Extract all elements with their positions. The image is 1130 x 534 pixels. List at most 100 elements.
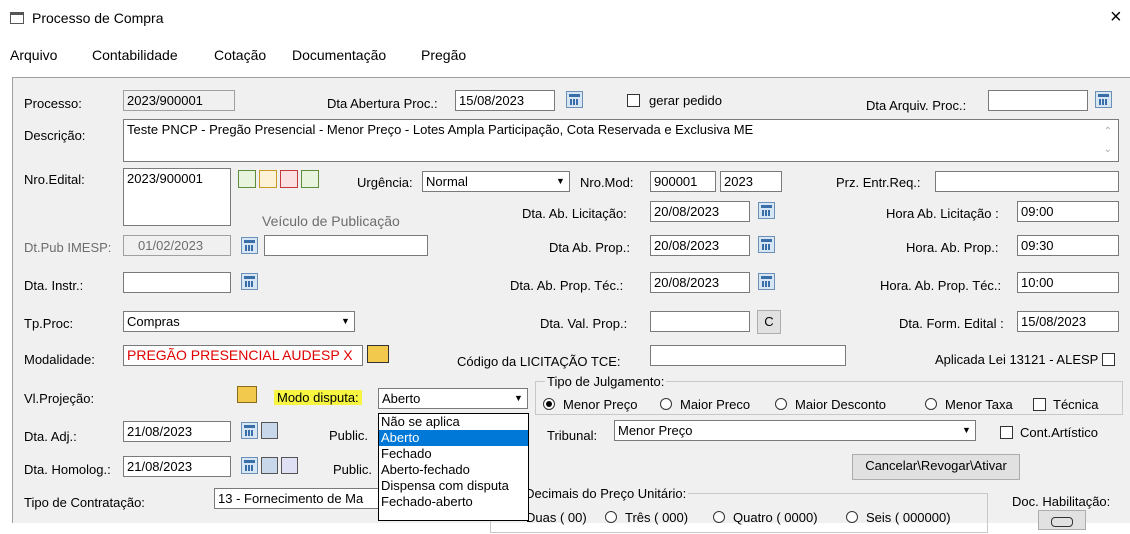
radio-tres[interactable] — [605, 511, 617, 523]
calendar-icon[interactable] — [758, 202, 775, 219]
calendar-icon[interactable] — [241, 273, 258, 290]
codigo-tce-field[interactable] — [650, 345, 846, 366]
tipo-contratacao-select[interactable]: 13 - Fornecimento de Ma — [214, 488, 384, 509]
menu-bar: Arquivo Contabilidade Cotação Documentaç… — [0, 44, 1130, 68]
dropdown-option[interactable]: Aberto-fechado — [379, 462, 528, 478]
open-folder-icon[interactable] — [367, 345, 389, 363]
title-bar: Processo de Compra × — [0, 0, 1130, 40]
vl-projecao-label: Vl.Projeção: — [24, 391, 95, 406]
dta-homolog-label: Dta. Homolog.: — [24, 462, 111, 477]
menu-pregao[interactable]: Pregão — [421, 47, 466, 63]
chevron-down-icon[interactable]: ▼ — [552, 172, 569, 191]
aplicada-lei-checkbox[interactable] — [1102, 353, 1115, 366]
calendar-icon[interactable] — [566, 91, 583, 108]
tribunal-value: Menor Preço — [618, 423, 693, 438]
print-icon[interactable] — [261, 422, 278, 439]
cancelar-revogar-ativar-button[interactable]: Cancelar\Revogar\Ativar — [852, 454, 1020, 480]
gerar-pedido-checkbox[interactable] — [627, 94, 640, 107]
cont-artistico-checkbox[interactable] — [1000, 426, 1013, 439]
calendar-icon[interactable] — [241, 237, 258, 254]
processo-field: 2023/900001 — [123, 90, 235, 111]
dropdown-option[interactable]: Fechado-aberto — [379, 494, 528, 510]
dropdown-option[interactable]: Dispensa com disputa — [379, 478, 528, 494]
dta-ab-prop-tec-field[interactable]: 20/08/2023 — [650, 272, 750, 293]
nro-edital-field[interactable]: 2023/900001 — [123, 168, 231, 226]
dt-pub-imesp-field: 01/02/2023 — [123, 235, 231, 256]
hora-ab-licitacao-field[interactable]: 09:00 — [1017, 201, 1119, 222]
print-icon[interactable] — [261, 457, 278, 474]
calendar-icon[interactable] — [758, 273, 775, 290]
hora-ab-prop-tec-label: Hora. Ab. Prop. Téc.: — [880, 278, 1002, 293]
hora-ab-prop-tec-field[interactable]: 10:00 — [1017, 272, 1119, 293]
dta-abertura-field[interactable]: 15/08/2023 — [455, 90, 555, 111]
window-icon — [10, 12, 24, 24]
dta-arquiv-label: Dta Arquiv. Proc.: — [866, 98, 967, 113]
scroll-down-icon[interactable]: ⌄ — [1104, 142, 1112, 158]
gerar-pedido-label: gerar pedido — [649, 93, 722, 108]
chevron-down-icon[interactable]: ▼ — [510, 389, 527, 408]
radio-menor-taxa[interactable] — [925, 398, 937, 410]
hora-ab-licitacao-label: Hora Ab. Licitação : — [886, 206, 999, 221]
menu-documentacao[interactable]: Documentação — [292, 47, 386, 63]
modalidade-label: Modalidade: — [24, 352, 95, 367]
dropdown-option-selected[interactable]: Aberto — [379, 430, 528, 446]
descricao-field[interactable]: Teste PNCP - Pregão Presencial - Menor P… — [123, 119, 1119, 162]
radio-menor-preco[interactable] — [543, 398, 555, 410]
c-button[interactable]: C — [757, 310, 781, 334]
radio-maior-preco[interactable] — [660, 398, 672, 410]
chevron-down-icon[interactable]: ▼ — [958, 421, 975, 440]
scroll-up-icon[interactable]: ⌃ — [1104, 124, 1112, 140]
dta-homolog-field[interactable]: 21/08/2023 — [123, 456, 231, 477]
dta-val-prop-field[interactable] — [650, 311, 750, 332]
tipo-contratacao-label: Tipo de Contratação: — [24, 495, 145, 510]
radio-seis[interactable] — [846, 511, 858, 523]
hora-ab-prop-field[interactable]: 09:30 — [1017, 235, 1119, 256]
dta-instr-field[interactable] — [123, 272, 231, 293]
modalidade-field[interactable]: PREGÃO PRESENCIAL AUDESP X — [123, 345, 363, 366]
add-icon[interactable] — [238, 170, 256, 188]
menu-arquivo[interactable]: Arquivo — [10, 47, 57, 63]
doc-habilitacao-button[interactable] — [1038, 510, 1086, 530]
dta-adj-field[interactable]: 21/08/2023 — [123, 421, 231, 442]
dropdown-option[interactable]: Não se aplica — [379, 414, 528, 430]
prz-entr-field[interactable] — [935, 171, 1119, 192]
dta-ab-licitacao-field[interactable]: 20/08/2023 — [650, 201, 750, 222]
chevron-down-icon[interactable]: ▼ — [337, 312, 354, 331]
descricao-label: Descrição: — [24, 128, 86, 143]
radio-maior-desconto[interactable] — [775, 398, 787, 410]
tp-proc-select[interactable]: Compras ▼ — [123, 311, 355, 332]
dta-arquiv-field[interactable] — [988, 90, 1088, 111]
search-folder-icon[interactable] — [237, 386, 257, 403]
calendar-icon[interactable] — [241, 457, 258, 474]
nro-mod-label: Nro.Mod: — [580, 175, 634, 190]
nro-mod-year-field[interactable]: 2023 — [720, 171, 782, 192]
radio-quatro[interactable] — [713, 511, 725, 523]
edit-icon[interactable] — [259, 170, 277, 188]
menu-cotacao[interactable]: Cotação — [214, 47, 266, 63]
calendar-icon[interactable] — [758, 236, 775, 253]
calendar-icon[interactable] — [1095, 91, 1112, 108]
tecnica-label: Técnica — [1053, 397, 1099, 412]
nro-mod-field[interactable]: 900001 — [650, 171, 716, 192]
window-title: Processo de Compra — [32, 10, 164, 26]
tecnica-checkbox[interactable] — [1033, 398, 1046, 411]
delete-icon[interactable] — [280, 170, 298, 188]
calendar-icon[interactable] — [241, 422, 258, 439]
dta-ab-prop-field[interactable]: 20/08/2023 — [650, 235, 750, 256]
menu-contabilidade[interactable]: Contabilidade — [92, 47, 178, 63]
veiculo-publicacao-label: Veículo de Publicação — [262, 213, 400, 229]
tp-proc-label: Tp.Proc: — [24, 316, 74, 331]
modo-disputa-select[interactable]: Aberto ▼ — [378, 388, 528, 409]
close-icon[interactable]: × — [1110, 6, 1122, 29]
dta-form-edital-label: Dta. Form. Edital : — [899, 316, 1004, 331]
dta-form-edital-field[interactable]: 15/08/2023 — [1017, 311, 1119, 332]
tp-proc-value: Compras — [127, 314, 180, 329]
tribunal-select[interactable]: Menor Preço ▼ — [614, 420, 976, 441]
urgencia-label: Urgência: — [357, 175, 413, 190]
confirm-icon[interactable] — [301, 170, 319, 188]
public-label: Public. — [333, 462, 373, 477]
veiculo-publicacao-field[interactable] — [264, 235, 428, 256]
dropdown-option[interactable]: Fechado — [379, 446, 528, 462]
copy-icon[interactable] — [281, 457, 298, 474]
urgencia-select[interactable]: Normal ▼ — [422, 171, 570, 192]
